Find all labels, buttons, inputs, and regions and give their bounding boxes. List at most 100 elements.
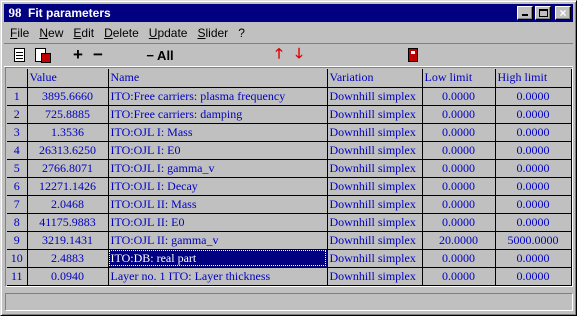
row-number-cell[interactable]: 11 (7, 267, 28, 286)
header-low-limit[interactable]: Low limit (422, 69, 496, 88)
name-cell[interactable]: ITO:OJL II: E0 (108, 213, 328, 232)
variation-cell[interactable]: Downhill simplex (327, 105, 423, 124)
high-limit-cell[interactable]: 0.0000 (495, 267, 572, 286)
move-up-button[interactable]: 🡑 (272, 45, 286, 64)
low-limit-cell[interactable]: 0.0000 (422, 213, 496, 232)
name-cell[interactable]: ITO:OJL I: gamma_v (108, 159, 328, 178)
value-cell[interactable]: 2.0468 (27, 195, 109, 214)
high-limit-cell[interactable]: 0.0000 (495, 123, 572, 142)
name-cell[interactable]: ITO:OJL I: Mass (108, 123, 328, 142)
table-row[interactable]: 1 3895.6660 ITO:Free carriers: plasma freq… (7, 87, 572, 106)
high-limit-cell[interactable]: 0.0000 (495, 177, 572, 196)
menu-slider[interactable]: Slider (192, 26, 233, 40)
parameter-grid[interactable]: Value Name Variation Low limit High limi… (5, 67, 573, 287)
high-limit-cell[interactable]: 0.0000 (495, 159, 572, 178)
open-document-button[interactable] (10, 46, 28, 64)
low-limit-cell[interactable]: 0.0000 (422, 141, 496, 160)
table-row[interactable]: 3 1.3536 ITO:OJL I: Mass Downhill simplex 0.… (7, 123, 572, 142)
table-row[interactable]: 8 41175.9883 ITO:OJL II: E0 Downhill simple… (7, 213, 572, 232)
name-cell[interactable]: ITO:OJL I: E0 (108, 141, 328, 160)
variation-cell[interactable]: Downhill simplex (327, 123, 423, 142)
name-cell[interactable]: ITO:DB: real part (108, 249, 328, 268)
value-cell[interactable]: 2766.8071 (27, 159, 109, 178)
table-row[interactable]: 11 0.0940 Layer no. 1 ITO: Layer thickness… (7, 267, 572, 286)
value-cell[interactable]: 2.4883 (27, 249, 109, 268)
value-cell[interactable]: 3895.6660 (27, 87, 109, 106)
add-parameter-button[interactable]: + (70, 46, 86, 64)
name-cell[interactable]: ITO:OJL I: Decay (108, 177, 328, 196)
header-name[interactable]: Name (108, 69, 328, 88)
variation-cell[interactable]: Downhill simplex (327, 87, 423, 106)
low-limit-cell[interactable]: 0.0000 (422, 105, 496, 124)
title-bar[interactable]: 98 Fit parameters × (4, 4, 573, 22)
low-limit-cell[interactable]: 0.0000 (422, 123, 496, 142)
variation-cell[interactable]: Downhill simplex (327, 249, 423, 268)
table-row[interactable]: 4 26313.6250 ITO:OJL I: E0 Downhill simplex… (7, 141, 572, 160)
high-limit-cell[interactable]: 0.0000 (495, 87, 572, 106)
low-limit-cell[interactable]: 0.0000 (422, 87, 496, 106)
row-number-cell[interactable]: 8 (7, 213, 28, 232)
stop-button[interactable] (406, 46, 420, 64)
row-number-cell[interactable]: 5 (7, 159, 28, 178)
high-limit-cell[interactable]: 0.0000 (495, 195, 572, 214)
table-row[interactable]: 9 3219.1431 ITO:OJL II: gamma_v Downhill si… (7, 231, 572, 250)
table-row[interactable]: 7 2.0468 ITO:OJL II: Mass Downhill simplex 0… (7, 195, 572, 214)
menu-edit[interactable]: Edit (68, 26, 99, 40)
header-high-limit[interactable]: High limit (495, 69, 572, 88)
row-number-cell[interactable]: 7 (7, 195, 28, 214)
variation-cell[interactable]: Downhill simplex (327, 159, 423, 178)
name-cell[interactable]: ITO:Free carriers: damping (108, 105, 328, 124)
table-row[interactable]: 6 12271.1426 ITO:OJL I: Decay Downhill simp… (7, 177, 572, 196)
variation-cell[interactable]: Downhill simplex (327, 231, 423, 250)
value-cell[interactable]: 725.8885 (27, 105, 109, 124)
high-limit-cell[interactable]: 0.0000 (495, 249, 572, 268)
variation-cell[interactable]: Downhill simplex (327, 141, 423, 160)
move-down-button[interactable]: 🡓 (292, 45, 306, 64)
low-limit-cell[interactable]: 20.0000 (422, 231, 496, 250)
app-icon[interactable]: 98 (6, 5, 24, 20)
name-cell[interactable]: Layer no. 1 ITO: Layer thickness (108, 267, 328, 286)
name-cell[interactable]: ITO:Free carriers: plasma frequency (108, 87, 328, 106)
row-number-cell[interactable]: 3 (7, 123, 28, 142)
row-number-cell[interactable]: 1 (7, 87, 28, 106)
header-variation[interactable]: Variation (327, 69, 423, 88)
high-limit-cell[interactable]: 5000.0000 (495, 231, 572, 250)
high-limit-cell[interactable]: 0.0000 (495, 141, 572, 160)
row-number-cell[interactable]: 6 (7, 177, 28, 196)
row-number-cell[interactable]: 10 (7, 249, 28, 268)
minimize-button[interactable] (517, 6, 533, 20)
row-number-cell[interactable]: 4 (7, 141, 28, 160)
low-limit-cell[interactable]: 0.0000 (422, 195, 496, 214)
row-number-cell[interactable]: 2 (7, 105, 28, 124)
variation-cell[interactable]: Downhill simplex (327, 195, 423, 214)
high-limit-cell[interactable]: 0.0000 (495, 105, 572, 124)
menu-update[interactable]: Update (144, 26, 193, 40)
low-limit-cell[interactable]: 0.0000 (422, 249, 496, 268)
header-rownum[interactable] (7, 69, 28, 88)
variation-cell[interactable]: Downhill simplex (327, 213, 423, 232)
value-cell[interactable]: 41175.9883 (27, 213, 109, 232)
low-limit-cell[interactable]: 0.0000 (422, 267, 496, 286)
header-value[interactable]: Value (27, 69, 109, 88)
variation-cell[interactable]: Downhill simplex (327, 267, 423, 286)
high-limit-cell[interactable]: 0.0000 (495, 213, 572, 232)
table-row[interactable]: 2 725.8885 ITO:Free carriers: damping Downh… (7, 105, 572, 124)
value-cell[interactable]: 3219.1431 (27, 231, 109, 250)
low-limit-cell[interactable]: 0.0000 (422, 177, 496, 196)
remove-all-button[interactable]: − All (140, 46, 180, 64)
value-cell[interactable]: 1.3536 (27, 123, 109, 142)
value-cell[interactable]: 12271.1426 (27, 177, 109, 196)
value-cell[interactable]: 0.0940 (27, 267, 109, 286)
save-document-button[interactable] (30, 46, 51, 64)
close-button[interactable]: × (555, 6, 571, 20)
variation-cell[interactable]: Downhill simplex (327, 177, 423, 196)
menu-file[interactable]: File (5, 26, 34, 40)
row-number-cell[interactable]: 9 (7, 231, 28, 250)
menu-delete[interactable]: Delete (99, 26, 144, 40)
low-limit-cell[interactable]: 0.0000 (422, 159, 496, 178)
name-cell[interactable]: ITO:OJL II: Mass (108, 195, 328, 214)
value-cell[interactable]: 26313.6250 (27, 141, 109, 160)
name-cell[interactable]: ITO:OJL II: gamma_v (108, 231, 328, 250)
maximize-button[interactable] (535, 6, 551, 20)
remove-parameter-button[interactable]: − (90, 46, 106, 64)
